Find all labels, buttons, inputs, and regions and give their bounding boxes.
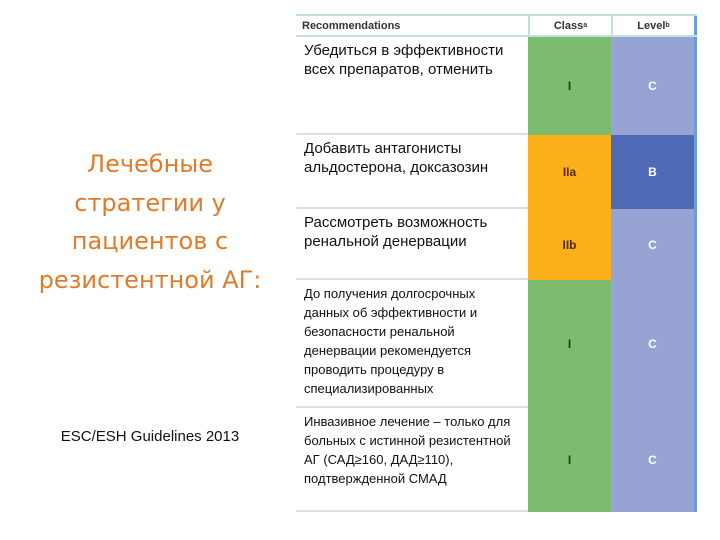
- title-line: резистентной АГ:: [38, 265, 262, 294]
- header-class: Class a: [528, 16, 611, 35]
- level-cell: C: [611, 37, 697, 135]
- header-level: Level b: [611, 16, 697, 35]
- recommendations-table: Recommendations Class a Level b Убедиться …: [296, 14, 697, 512]
- table-header: Recommendations Class a Level b: [296, 14, 697, 37]
- slide-title: Лечебные стратегии у пациентов с резисте…: [20, 145, 280, 299]
- table-row: Инвазивное лечение – только для больных …: [296, 408, 697, 512]
- class-cell: IIb: [528, 209, 611, 280]
- level-cell: C: [611, 408, 697, 512]
- header-class-sup: a: [583, 22, 588, 29]
- recommendation-text: Инвазивное лечение – только для больных …: [296, 408, 528, 512]
- header-recommendations: Recommendations: [302, 19, 401, 32]
- class-cell: I: [528, 408, 611, 512]
- recommendation-text: Добавить антагонисты альдостерона, докса…: [296, 135, 528, 209]
- recommendation-text: Рассмотреть возможность ренальной денерв…: [296, 209, 528, 280]
- table-row: Добавить антагонисты альдостерона, докса…: [296, 135, 697, 209]
- class-cell: I: [528, 37, 611, 135]
- table-row: Убедиться в эффективности всех препарато…: [296, 37, 697, 135]
- table-row: Рассмотреть возможность ренальной денерв…: [296, 209, 697, 280]
- table-row: До получения долгосрочных данных об эффе…: [296, 280, 697, 408]
- header-class-label: Class: [553, 19, 584, 32]
- level-cell: C: [611, 280, 697, 408]
- title-line: стратегии у: [74, 188, 226, 217]
- header-level-sup: b: [665, 22, 670, 29]
- title-line: Лечебные: [87, 150, 213, 178]
- title-line: пациентов с: [71, 227, 229, 255]
- class-cell: I: [528, 280, 611, 408]
- level-cell: B: [611, 135, 697, 209]
- level-cell: C: [611, 209, 697, 280]
- recommendation-text: Убедиться в эффективности всех препарато…: [296, 37, 528, 135]
- header-level-label: Level: [637, 19, 666, 32]
- source-caption: ESC/ESH Guidelines 2013: [60, 428, 240, 445]
- recommendation-text: До получения долгосрочных данных об эффе…: [296, 280, 528, 408]
- class-cell: IIa: [528, 135, 611, 209]
